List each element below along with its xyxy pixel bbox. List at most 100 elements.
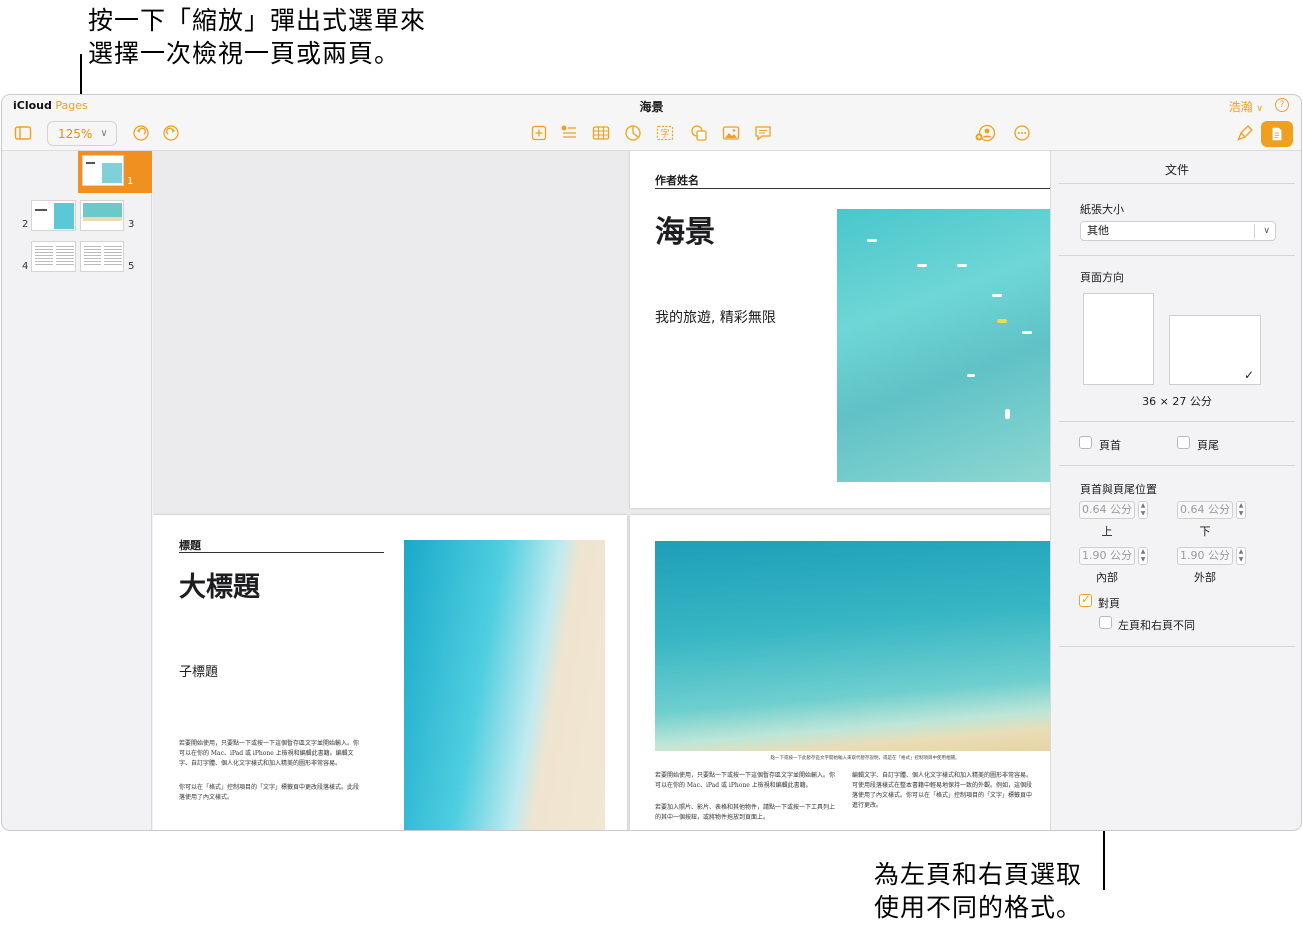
chevron-down-icon: ∨ xyxy=(100,128,108,139)
comment-icon[interactable] xyxy=(754,124,772,142)
different-left-right-label: 左頁和右頁不同 xyxy=(1118,619,1195,632)
media-icon[interactable] xyxy=(722,124,740,142)
body-paragraph-1[interactable]: 若要開始使用，只要點一下或按一下這個暫存區文字並開始輸入。你可以在你的 Mac、… xyxy=(179,739,364,769)
surfer-figure xyxy=(867,239,877,242)
text-icon[interactable]: 字 xyxy=(656,124,674,142)
redo-icon[interactable] xyxy=(162,124,180,142)
callout-different-pages-line1: 為左頁和右頁選取 xyxy=(874,860,1083,889)
footer-checkbox-label: 頁尾 xyxy=(1197,439,1219,452)
thumbnail-page-4[interactable] xyxy=(31,241,76,272)
thumbnail-page-2[interactable] xyxy=(31,200,76,231)
top-margin-label: 上 xyxy=(1101,525,1113,538)
divider xyxy=(1059,255,1295,256)
surfer-figure xyxy=(967,374,975,377)
page-dimensions: 36 × 27 公分 xyxy=(1142,395,1212,408)
outside-margin-label: 外部 xyxy=(1194,571,1216,584)
inside-margin-stepper[interactable]: ▲ ▼ xyxy=(1138,547,1148,565)
thumbnail-number-1: 1 xyxy=(127,176,134,187)
footer-checkbox[interactable] xyxy=(1177,436,1190,449)
checkmark-icon: ✓ xyxy=(1243,368,1254,382)
page-cover[interactable]: 作者姓名 海景 我的旅遊, 精彩無限 xyxy=(630,151,1050,508)
document-title[interactable]: 海景 xyxy=(2,98,1301,115)
thumbnail-page-3[interactable] xyxy=(80,200,124,231)
paper-size-value: 其他 xyxy=(1087,224,1109,237)
divider xyxy=(1059,646,1295,647)
coast-photo[interactable] xyxy=(655,541,1050,751)
callout-different-pages: 為左頁和右頁選取 使用不同的格式。 xyxy=(874,858,1174,924)
thumbnail-number-4: 4 xyxy=(22,261,29,272)
text-glyph: 字 xyxy=(660,128,669,140)
callout-different-pages-line2: 使用不同的格式。 xyxy=(874,893,1083,922)
callout-zoom-line1: 按一下「縮放」彈出式選單來 xyxy=(88,6,427,35)
sidebar-icon[interactable] xyxy=(14,124,32,142)
page-left[interactable]: 標題 大標題 子標題 若要開始使用，只要點一下或按一下這個暫存區文字並開始輸入。… xyxy=(153,515,627,830)
top-margin-stepper[interactable]: ▲ ▼ xyxy=(1138,501,1148,519)
column-2-paragraph[interactable]: 編輯文字、自訂字體、個人化文字樣式和加入精美的圖形非常容易。可使用段落樣式在整本… xyxy=(852,771,1032,811)
thumbnail-number-5: 5 xyxy=(128,261,135,272)
orientation-label: 頁面方向 xyxy=(1080,271,1124,284)
zoom-value: 125% xyxy=(58,126,93,141)
document-icon xyxy=(1269,126,1285,142)
surfer-figure xyxy=(1022,331,1032,334)
user-menu[interactable]: 浩瀚 ∨ xyxy=(1229,98,1263,115)
paper-size-select[interactable]: 其他 ∨ xyxy=(1080,221,1276,241)
chevron-down-icon: ∨ xyxy=(1263,226,1270,236)
bottom-margin-label: 下 xyxy=(1199,525,1211,538)
beach-photo[interactable] xyxy=(404,540,605,830)
document-button[interactable] xyxy=(1261,121,1293,147)
column-1-paragraph-2[interactable]: 若要加入照片、影片、表格和其他物件，請點一下或按一下工具列上的其中一個按鈕，或將… xyxy=(655,803,835,823)
page-thumbnails-sidebar: 1 2 3 4 5 xyxy=(2,151,152,830)
page-right[interactable]: 點一下或按一下此暫存區文字開始輸入來取代暫存說明，或是在「格式」控制項目中使用相… xyxy=(630,515,1050,830)
thumbnail-page-5[interactable] xyxy=(80,241,124,272)
inspector-header[interactable]: 文件 xyxy=(1051,161,1301,178)
outside-margin-stepper[interactable]: ▲ ▼ xyxy=(1236,547,1246,565)
zoom-popup-button[interactable]: 125% ∨ xyxy=(47,121,117,146)
inside-margin-field[interactable]: 1.90 公分 xyxy=(1079,547,1135,565)
titlebar: iCloud Pages 海景 浩瀚 ∨ ? 125% ∨ 字 xyxy=(2,95,1301,151)
document-inspector: 文件 紙張大小 其他 ∨ 頁面方向 ✓ 36 × 27 公分 頁首 頁尾 頁首與… xyxy=(1050,151,1301,830)
outside-margin-field[interactable]: 1.90 公分 xyxy=(1177,547,1233,565)
facing-pages-label: 對頁 xyxy=(1098,597,1120,610)
bottom-margin-stepper[interactable]: ▲ ▼ xyxy=(1236,501,1246,519)
chevron-down-icon: ∨ xyxy=(1256,104,1263,114)
document-canvas[interactable]: 作者姓名 海景 我的旅遊, 精彩無限 標題 大標題 子標題 若要開始使用，只要點… xyxy=(153,151,1050,830)
landscape-option[interactable]: ✓ xyxy=(1169,315,1261,385)
author-name-label[interactable]: 作者姓名 xyxy=(655,172,699,188)
thumbnail-number-3: 3 xyxy=(128,219,135,230)
surfer-figure xyxy=(992,294,1002,297)
bottom-margin-field[interactable]: 0.64 公分 xyxy=(1177,501,1233,519)
cover-photo[interactable] xyxy=(837,209,1050,482)
pages-window: iCloud Pages 海景 浩瀚 ∨ ? 125% ∨ 字 1 2 3 4 … xyxy=(1,94,1302,831)
portrait-option[interactable] xyxy=(1083,293,1154,385)
undo-icon[interactable] xyxy=(132,124,150,142)
cover-rule xyxy=(655,188,1050,189)
facing-pages-checkbox[interactable]: ✓ xyxy=(1079,592,1092,607)
heading-label[interactable]: 標題 xyxy=(179,537,201,553)
top-margin-field[interactable]: 0.64 公分 xyxy=(1079,501,1135,519)
cover-subtitle[interactable]: 我的旅遊, 精彩無限 xyxy=(655,307,776,327)
format-brush-icon[interactable] xyxy=(1236,124,1254,142)
subtitle[interactable]: 子標題 xyxy=(179,661,218,680)
help-button[interactable]: ? xyxy=(1275,98,1289,112)
shape-icon[interactable] xyxy=(690,124,708,142)
collaborate-icon[interactable] xyxy=(974,124,998,142)
callout-zoom-line2: 選擇一次檢視一頁或兩頁。 xyxy=(88,39,401,68)
select-separator xyxy=(1254,224,1255,238)
divider xyxy=(1059,183,1295,184)
surfer-figure xyxy=(997,319,1007,323)
cover-title[interactable]: 海景 xyxy=(655,207,715,251)
list-icon[interactable] xyxy=(560,124,578,142)
different-left-right-checkbox[interactable] xyxy=(1099,616,1112,629)
header-checkbox[interactable] xyxy=(1079,436,1092,449)
thumbnail-page-1[interactable] xyxy=(82,155,124,186)
user-menu-label: 浩瀚 xyxy=(1228,100,1253,114)
table-icon[interactable] xyxy=(592,124,610,142)
chart-icon[interactable] xyxy=(624,124,642,142)
insert-icon[interactable] xyxy=(530,124,548,142)
main-title[interactable]: 大標題 xyxy=(179,565,260,604)
checkmark-icon: ✓ xyxy=(1081,592,1092,606)
photo-caption[interactable]: 點一下或按一下此暫存區文字開始輸入來取代暫存說明，或是在「格式」控制項目中使用相… xyxy=(715,755,1015,761)
more-icon[interactable] xyxy=(1013,124,1031,142)
column-1-paragraph-1[interactable]: 若要開始使用，只要點一下或按一下這個暫存區文字並開始輸入。你可以在你的 Mac、… xyxy=(655,771,835,791)
body-paragraph-2[interactable]: 你可以在「格式」控制項目的「文字」標籤頁中更改段落樣式。此段落使用了內文樣式。 xyxy=(179,783,364,803)
